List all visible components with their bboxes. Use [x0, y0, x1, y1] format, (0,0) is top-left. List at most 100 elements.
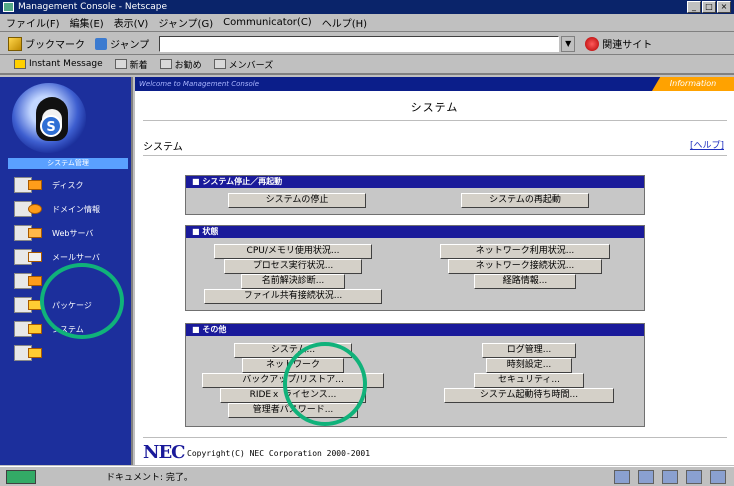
sidebar-item-domain[interactable]: ドメイン情報 [14, 197, 130, 221]
members-label: メンバーズ [228, 60, 274, 71]
recommended-label: お勧め [174, 60, 202, 71]
backup-restore-button[interactable]: バックアップ/リストア... [202, 373, 384, 388]
related-sites-label: 関連サイト [602, 40, 653, 51]
package-icon [14, 295, 44, 315]
bookmark-page-icon [114, 59, 127, 69]
menu-communicator[interactable]: Communicator(C) [223, 17, 312, 28]
window-titlebar: Management Console - Netscape _ □ × [0, 0, 734, 14]
panel-header: ■ システム停止／再起動 [186, 176, 644, 188]
license-button[interactable]: RIDEｘ ライセンス... [220, 388, 366, 403]
nec-logo: NEC [143, 442, 185, 463]
time-settings-button[interactable]: 時刻設定... [486, 358, 572, 373]
component-bar [614, 470, 726, 484]
sidebar-section-header: システム管理 [8, 158, 128, 169]
system-icon [14, 319, 44, 339]
sidebar-item-label: ディスク [52, 180, 84, 190]
instant-message-icon[interactable] [686, 470, 702, 484]
main-content: Welcome to Management Console Informatio… [135, 77, 734, 465]
menu-bar: ファイル(F) 編集(E) 表示(V) ジャンプ(G) Communicator… [0, 14, 734, 32]
sidebar-item-disk[interactable]: ディスク [14, 173, 130, 197]
shutdown-panel: ■ システム停止／再起動 システムの停止 システムの再起動 [185, 175, 645, 215]
process-button[interactable]: プロセス実行状況... [224, 259, 362, 274]
network-usage-button[interactable]: ネットワーク利用状況... [440, 244, 610, 259]
instant-message-label: Instant Message [29, 59, 103, 69]
url-dropdown-button[interactable]: ▼ [561, 35, 576, 52]
status-panel: ■ 状態 CPU/メモリ使用状況... プロセス実行状況... 名前解決診断..… [185, 225, 645, 311]
restart-button[interactable]: システムの再起動 [461, 193, 589, 208]
sidebar-item-package[interactable]: パッケージ [14, 293, 130, 317]
menu-edit[interactable]: 編集(E) [70, 15, 104, 30]
sidebar: S システム管理 ディスク ドメイン情報 Webサーバ メールサーバ パッケージ… [0, 77, 133, 465]
app-icon[interactable] [3, 2, 14, 12]
navigation-toolbar: ブックマーク ジャンプ ▼ 関連サイト [0, 33, 734, 55]
related-sites-button[interactable]: 関連サイト [585, 36, 652, 51]
bookmark-page-icon [213, 59, 226, 69]
mail-server-icon [14, 247, 44, 267]
s-badge-icon: S [40, 115, 62, 137]
bookmarks-label: ブックマーク [25, 40, 85, 51]
log-management-button[interactable]: ログ管理... [482, 343, 576, 358]
minimize-button[interactable]: _ [687, 1, 701, 13]
sidebar-item-admin[interactable] [14, 341, 130, 365]
maximize-button[interactable]: □ [702, 1, 716, 13]
sidebar-item-label: ドメイン情報 [52, 204, 100, 214]
menu-file[interactable]: ファイル(F) [6, 15, 60, 30]
divider [143, 155, 727, 156]
web-server-icon [14, 223, 44, 243]
welcome-banner: Welcome to Management Console [135, 77, 734, 91]
instant-message-button[interactable]: Instant Message [14, 59, 103, 69]
instant-message-icon [14, 59, 26, 69]
shutdown-button[interactable]: システムの停止 [228, 193, 366, 208]
bookmarks-button[interactable]: ブックマーク [8, 36, 85, 51]
route-info-button[interactable]: 経路情報... [474, 274, 576, 289]
network-button[interactable]: ネットワーク [242, 358, 344, 373]
tool-icon [14, 271, 44, 291]
location-icon [95, 37, 107, 50]
sidebar-item-label: システム [52, 324, 84, 334]
recommended-button[interactable]: お勧め [159, 58, 202, 71]
other-panel: ■ その他 システム... ネットワーク バックアップ/リストア... RIDE… [185, 323, 645, 427]
jump-label: ジャンプ [110, 40, 150, 51]
file-share-button[interactable]: ファイル共有接続状況... [204, 289, 382, 304]
admin-password-button[interactable]: 管理者パスワード... [228, 403, 358, 418]
boot-wait-button[interactable]: システム起動待ち時間... [444, 388, 614, 403]
url-input[interactable] [159, 35, 560, 52]
sidebar-item-web-server[interactable]: Webサーバ [14, 221, 130, 245]
copyright-text: Copyright(C) NEC Corporation 2000-2001 [187, 449, 371, 458]
name-resolution-button[interactable]: 名前解決診断... [241, 274, 345, 289]
cpu-memory-button[interactable]: CPU/メモリ使用状況... [214, 244, 372, 259]
mail-icon[interactable] [638, 470, 654, 484]
help-link[interactable]: [ヘルプ] [690, 138, 724, 151]
page-title: システム [410, 101, 459, 114]
menu-help[interactable]: ヘルプ(H) [322, 15, 367, 30]
information-tab[interactable]: Information [652, 77, 734, 91]
network-connection-button[interactable]: ネットワーク接続状況... [448, 259, 602, 274]
sidebar-item-tool[interactable] [14, 269, 130, 293]
system-settings-button[interactable]: システム... [234, 343, 352, 358]
divider [143, 120, 727, 121]
pen-icon[interactable] [710, 470, 726, 484]
menu-go[interactable]: ジャンプ(G) [158, 15, 213, 30]
window-controls: _ □ × [687, 1, 731, 13]
panel-header: ■ 状態 [186, 226, 644, 238]
new-button[interactable]: 新着 [114, 58, 148, 71]
bookmark-page-icon [159, 59, 172, 69]
bookmark-icon [8, 36, 22, 51]
security-button[interactable]: セキュリティ... [474, 373, 584, 388]
panel-header: ■ その他 [186, 324, 644, 336]
sidebar-item-system[interactable]: システム [14, 317, 130, 341]
jump-label-group: ジャンプ [95, 36, 149, 51]
sidebar-item-label: パッケージ [52, 300, 92, 310]
security-lock-icon[interactable] [6, 469, 36, 484]
status-text: ドキュメント: 完了。 [106, 473, 193, 483]
management-console-logo: S [10, 81, 128, 153]
menu-view[interactable]: 表示(V) [114, 15, 149, 30]
close-button[interactable]: × [717, 1, 731, 13]
breadcrumb: システム [143, 142, 183, 153]
divider [143, 437, 727, 438]
related-sites-icon [585, 36, 600, 51]
composer-icon[interactable] [662, 470, 678, 484]
sidebar-item-mail-server[interactable]: メールサーバ [14, 245, 130, 269]
navigator-icon[interactable] [614, 470, 630, 484]
members-button[interactable]: メンバーズ [213, 58, 274, 71]
